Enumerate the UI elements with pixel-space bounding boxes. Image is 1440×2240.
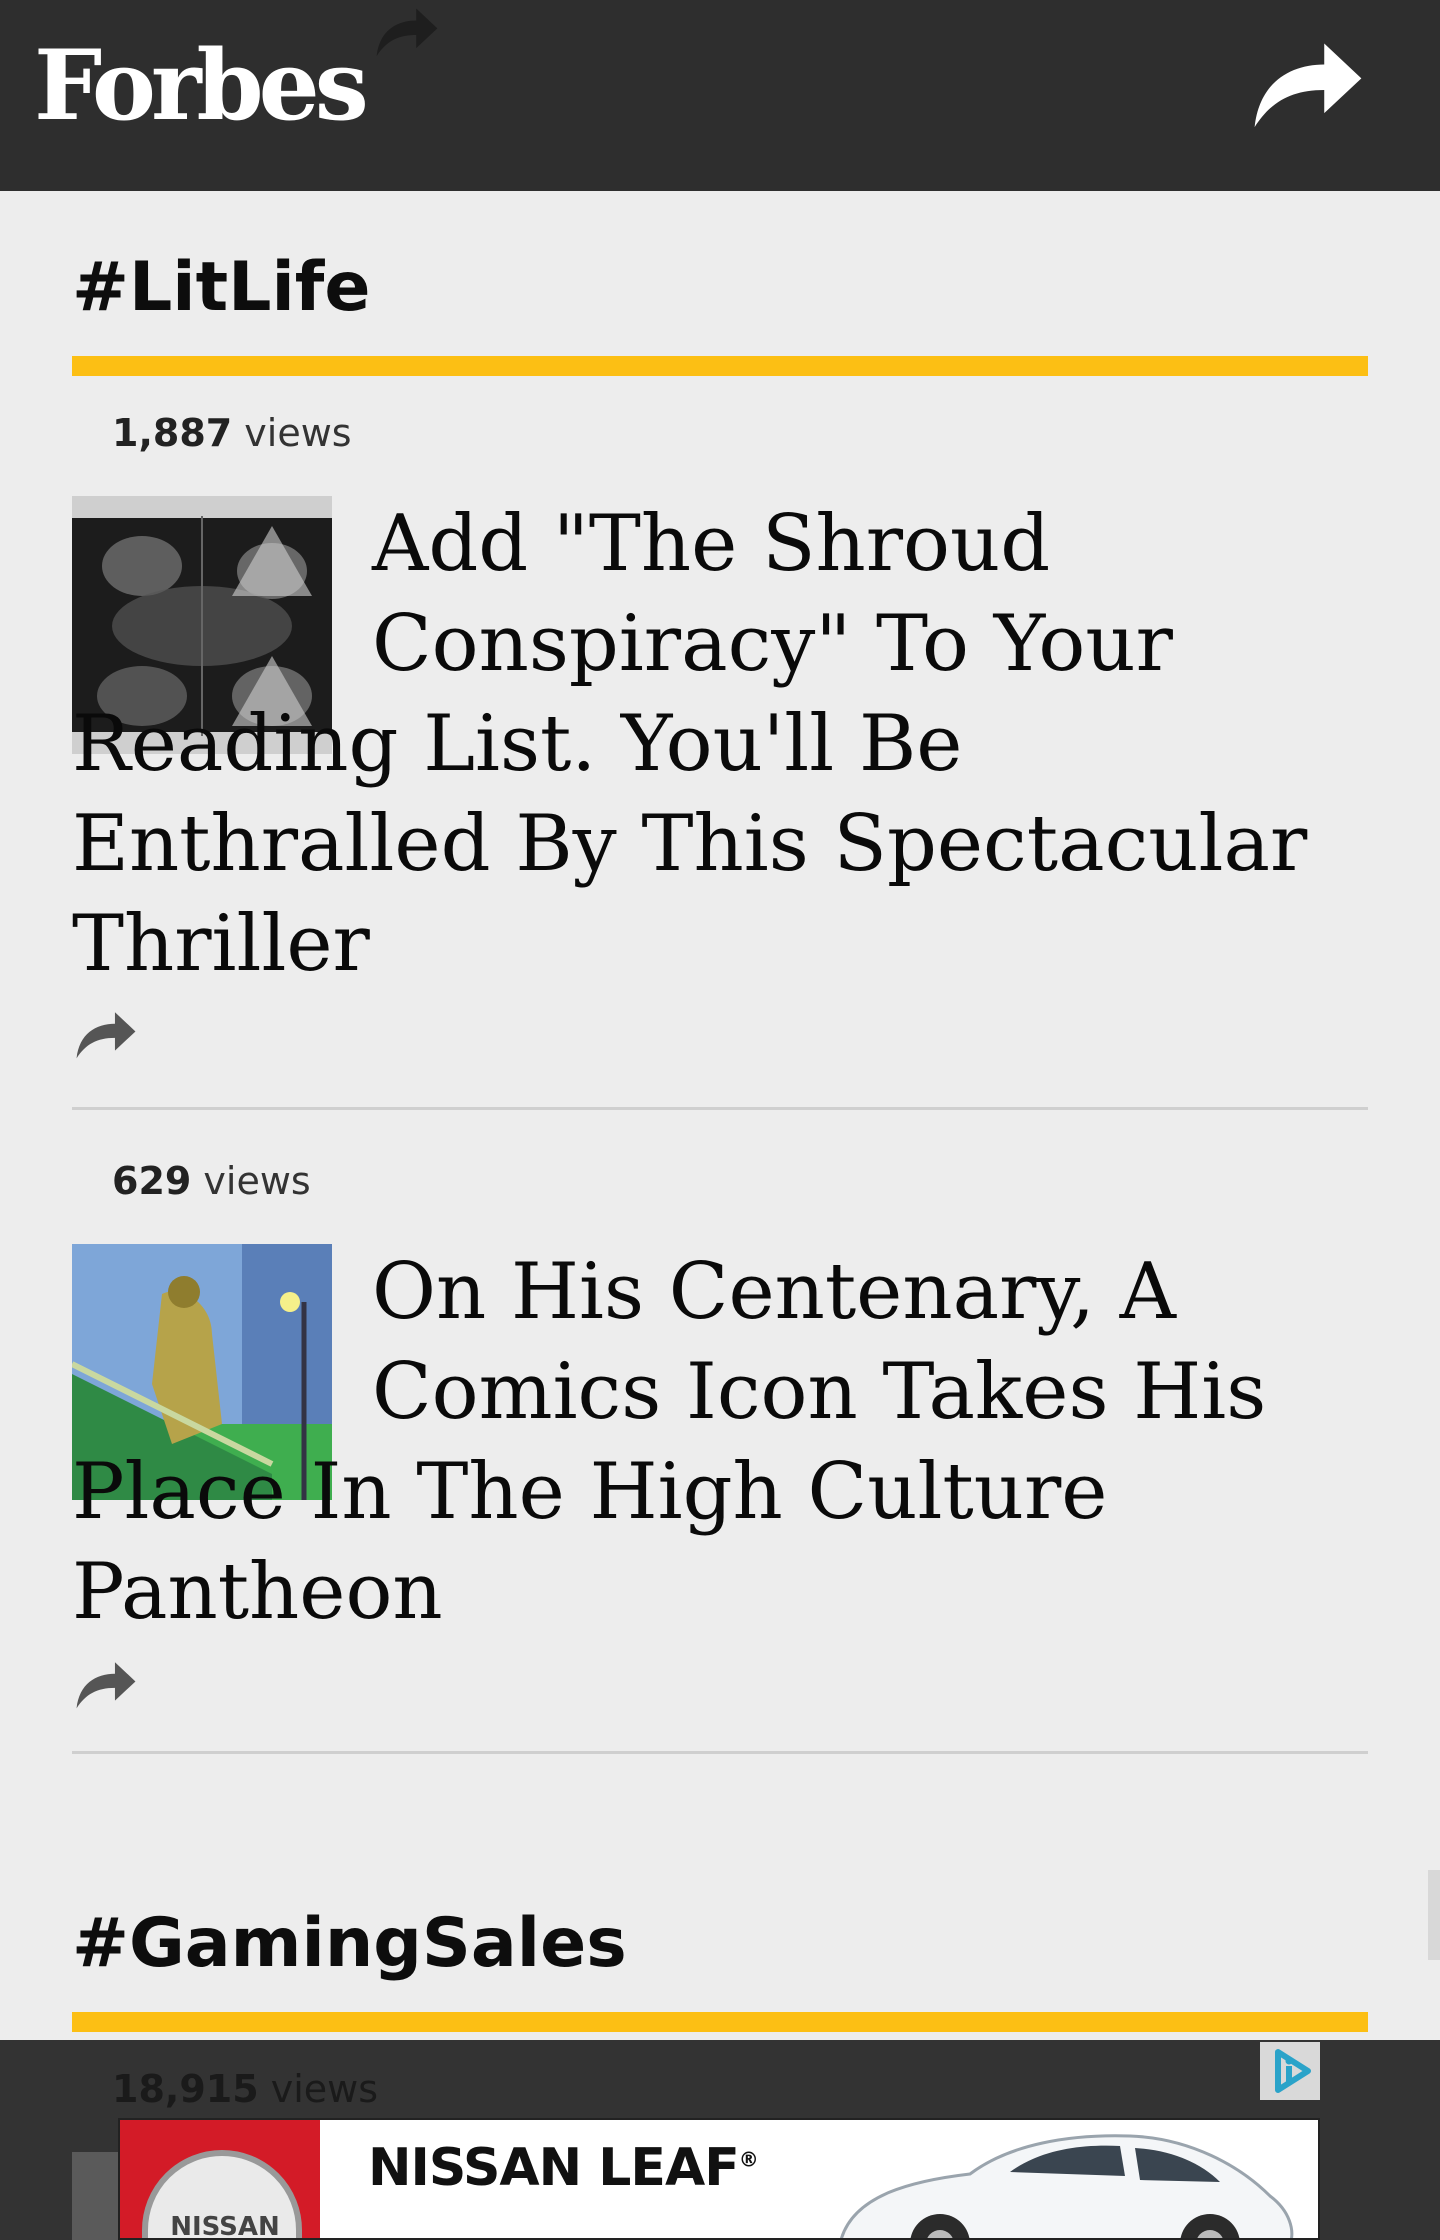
adchoices-button[interactable] [1260, 2042, 1320, 2100]
site-header: Forbes [0, 0, 1440, 191]
share-arrow-icon[interactable] [74, 1008, 138, 1060]
ad-title: NISSAN LEAF® [368, 2138, 759, 2198]
article-headline[interactable]: Add "The Shroud Conspiracy" To Your Read… [72, 494, 1368, 994]
ad-banner[interactable]: NISSAN NISSAN LEAF® [118, 2118, 1320, 2240]
share-arrow-icon [376, 8, 438, 57]
section-divider [72, 2012, 1368, 2032]
views-label: views [244, 411, 352, 455]
views-label: views [203, 1159, 311, 1203]
views-number: 1,887 [112, 411, 233, 455]
nissan-logo-text: NISSAN [170, 2212, 280, 2240]
adchoices-icon [1275, 2049, 1311, 2093]
article-headline[interactable]: On His Centenary, A Comics Icon Takes Hi… [72, 1242, 1368, 1642]
forbes-logo[interactable]: Forbes [34, 38, 369, 134]
section-title[interactable]: #LitLife [72, 254, 370, 322]
views-count: 18,915 views [112, 2070, 378, 2108]
views-number: 18,915 [112, 2067, 259, 2111]
car-image [840, 2134, 1294, 2238]
views-count: 629 views [112, 1162, 311, 1200]
article-divider [72, 1107, 1368, 1110]
share-arrow-icon[interactable] [74, 1658, 138, 1710]
views-count: 1,887 views [112, 414, 352, 452]
share-arrow-icon[interactable] [1250, 36, 1366, 130]
article-divider [72, 1751, 1368, 1754]
views-label: views [270, 2067, 379, 2111]
section-divider [72, 356, 1368, 376]
scroll-indicator [1428, 1870, 1440, 1960]
views-number: 629 [112, 1159, 192, 1203]
section-title[interactable]: #GamingSales [72, 1910, 627, 1978]
